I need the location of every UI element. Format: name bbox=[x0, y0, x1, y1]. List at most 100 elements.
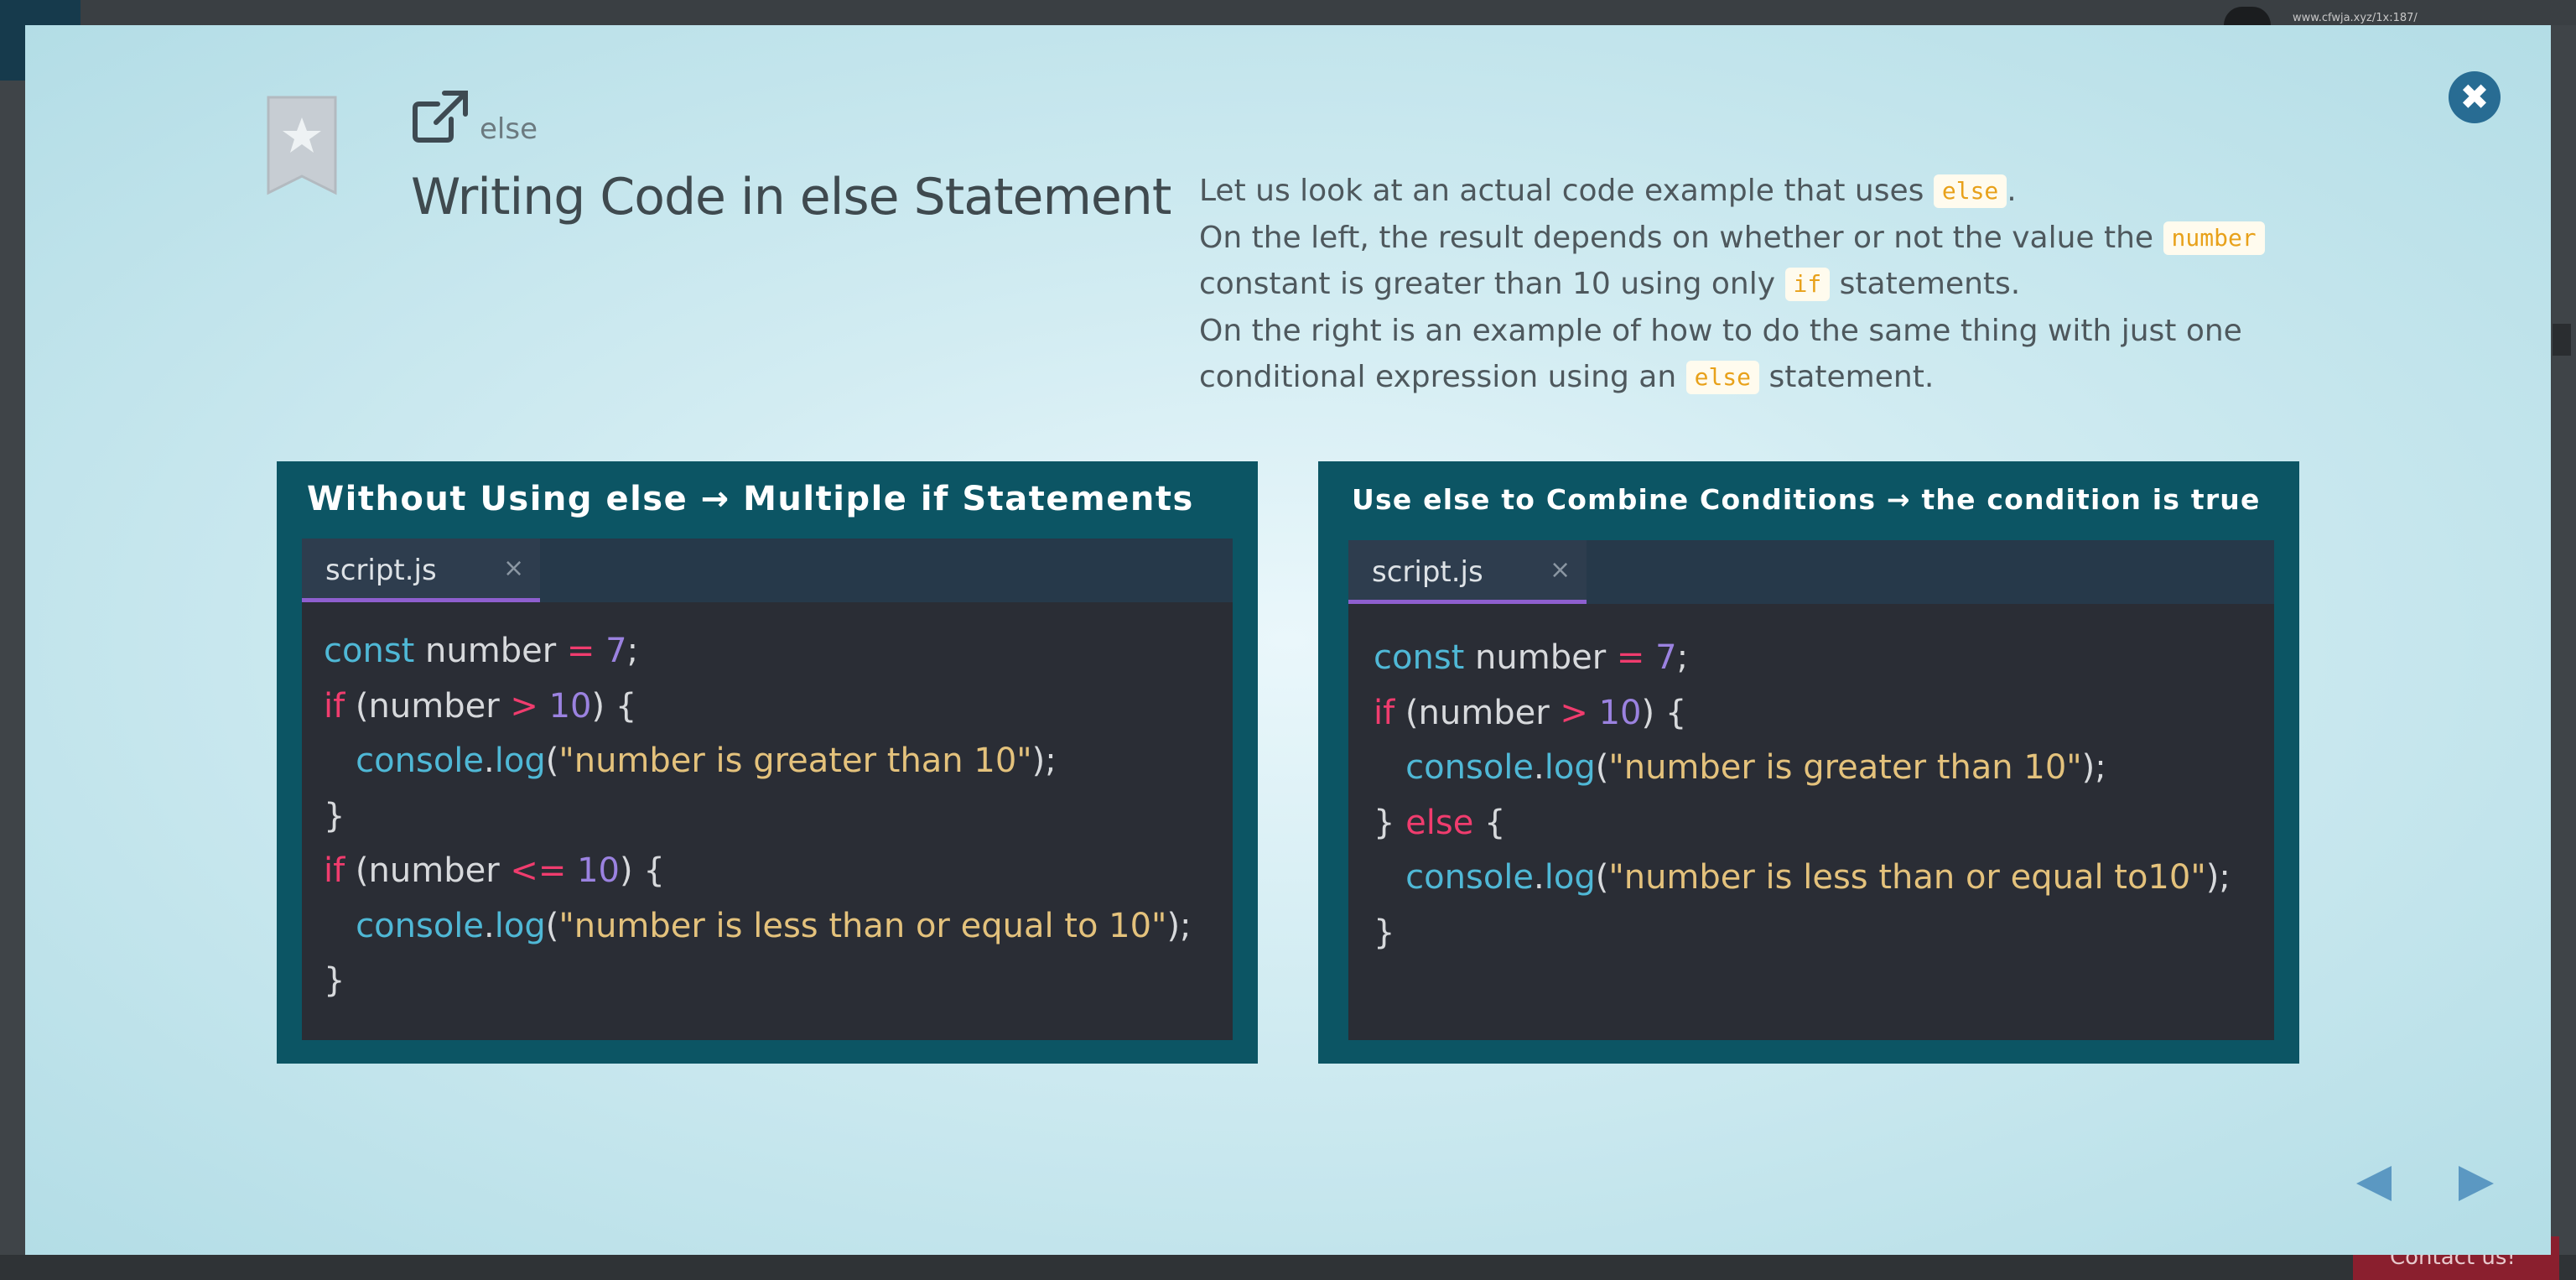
code-token: { bbox=[1473, 803, 1506, 842]
code-token: . bbox=[1534, 748, 1545, 787]
code-token: console bbox=[356, 741, 485, 780]
code-line: } else { bbox=[1374, 796, 2231, 851]
code-token: ); bbox=[2081, 748, 2106, 787]
code-line: } bbox=[324, 954, 1192, 1009]
editor-tab-bar: script.js × bbox=[302, 539, 1233, 602]
code-token: ( bbox=[1595, 748, 1609, 787]
description-text: statements. bbox=[1830, 267, 2021, 301]
tab-close-icon[interactable]: × bbox=[503, 554, 524, 583]
code-token: 7 bbox=[1655, 638, 1677, 677]
code-line: if (number <= 10) { bbox=[324, 844, 1192, 899]
code-token: ) { bbox=[620, 851, 665, 890]
code-panel-right: Use else to Combine Conditions → the con… bbox=[1318, 461, 2299, 1064]
background-bottom-bar bbox=[0, 1255, 2576, 1280]
code-token: . bbox=[484, 741, 495, 780]
code-token: 10 bbox=[1598, 693, 1642, 732]
code-line: console.log("number is greater than 10")… bbox=[1374, 741, 2231, 796]
description-text: constant is greater than 10 using only bbox=[1199, 267, 1785, 301]
code-line: if (number > 10) { bbox=[324, 679, 1192, 735]
description-line: On the right is an example of how to do … bbox=[1199, 308, 2306, 355]
lesson-tag: else bbox=[480, 112, 538, 146]
triangle-left-icon[interactable] bbox=[2355, 1164, 2393, 1203]
code-token: "number is greater than 10" bbox=[558, 741, 1032, 780]
description-line: conditional expression using an else sta… bbox=[1199, 354, 2306, 401]
inline-code: number bbox=[2163, 221, 2265, 255]
description-text: On the left, the result depends on wheth… bbox=[1199, 220, 2163, 255]
panel-title: Without Using else → Multiple if Stateme… bbox=[307, 480, 1194, 518]
code-block: const number = 7; if (number > 10) { cons… bbox=[1374, 631, 2231, 960]
description-line: Let us look at an actual code example th… bbox=[1199, 168, 2306, 215]
code-token: ( bbox=[545, 906, 559, 945]
inline-code: if bbox=[1784, 268, 1831, 301]
inline-code: else bbox=[1933, 174, 2007, 208]
close-button[interactable]: ✖ bbox=[2449, 71, 2501, 123]
code-token: 10 bbox=[577, 851, 621, 890]
code-line: } bbox=[1374, 906, 2231, 961]
tab-label: script.js bbox=[1372, 555, 1483, 589]
code-token: "number is less than or equal to 10" bbox=[558, 906, 1167, 945]
description-line: constant is greater than 10 using only i… bbox=[1199, 261, 2306, 308]
code-token: ( bbox=[545, 741, 559, 780]
triangle-right-icon[interactable] bbox=[2457, 1164, 2496, 1203]
code-token: ( bbox=[1595, 858, 1609, 897]
code-token: ); bbox=[2205, 858, 2231, 897]
background-url-text: www.cfwja.xyz/1x:187/ bbox=[2293, 12, 2418, 24]
description-text: Let us look at an actual code example th… bbox=[1199, 174, 1934, 208]
tab-close-icon[interactable]: × bbox=[1550, 555, 1571, 585]
code-editor: script.js × const number = 7; if (number … bbox=[302, 539, 1233, 1040]
bookmark-star-icon[interactable] bbox=[267, 96, 337, 196]
code-token: log bbox=[1544, 858, 1596, 897]
lesson-description: Let us look at an actual code example th… bbox=[1199, 168, 2306, 401]
close-icon: ✖ bbox=[2459, 76, 2490, 117]
code-token: = bbox=[1616, 638, 1645, 677]
code-token: ); bbox=[1031, 741, 1057, 780]
code-token: (number bbox=[345, 686, 511, 726]
page-title: Writing Code in else Statement bbox=[411, 168, 1171, 226]
code-token: . bbox=[484, 906, 495, 945]
external-link-icon[interactable] bbox=[411, 89, 470, 144]
tab-script-js[interactable]: script.js × bbox=[1348, 540, 1587, 604]
code-token: "number is less than or equal to10" bbox=[1608, 858, 2206, 897]
inline-code: else bbox=[1685, 361, 1760, 394]
code-token: 10 bbox=[548, 686, 592, 726]
code-token: ; bbox=[1676, 638, 1689, 677]
code-token: (number bbox=[345, 851, 511, 890]
code-token: if bbox=[1374, 693, 1395, 732]
code-token: ); bbox=[1166, 906, 1192, 945]
code-line: console.log("number is less than or equa… bbox=[324, 899, 1192, 955]
code-line: console.log("number is greater than 10")… bbox=[324, 734, 1192, 789]
code-token: <= bbox=[510, 851, 567, 890]
description-text: statement. bbox=[1759, 360, 1935, 394]
code-token: if bbox=[324, 686, 345, 726]
code-token: ) { bbox=[1641, 693, 1687, 732]
code-token: console bbox=[356, 906, 485, 945]
background-top-bar bbox=[0, 0, 2576, 25]
description-text: On the right is an example of how to do … bbox=[1199, 313, 2242, 348]
code-token: const bbox=[1374, 638, 1465, 677]
code-token: "number is greater than 10" bbox=[1608, 748, 2082, 787]
code-panel-left: Without Using else → Multiple if Stateme… bbox=[277, 461, 1258, 1064]
panel-title: Use else to Combine Conditions → the con… bbox=[1352, 483, 2261, 516]
description-text: . bbox=[2007, 174, 2017, 208]
tab-script-js[interactable]: script.js × bbox=[302, 539, 540, 602]
code-token: = bbox=[566, 632, 595, 670]
description-line: On the left, the result depends on wheth… bbox=[1199, 215, 2306, 262]
code-line: if (number > 10) { bbox=[1374, 686, 2231, 741]
code-token: number bbox=[1464, 638, 1617, 677]
code-token: number bbox=[414, 632, 567, 670]
code-token: } bbox=[1374, 803, 1406, 842]
code-token: log bbox=[1544, 748, 1596, 787]
code-token: } bbox=[324, 961, 345, 1000]
code-block: const number = 7; if (number > 10) { cons… bbox=[324, 624, 1192, 1009]
code-line: const number = 7; bbox=[324, 624, 1192, 679]
background-scrollbar[interactable] bbox=[2553, 324, 2571, 356]
code-token: console bbox=[1405, 858, 1535, 897]
